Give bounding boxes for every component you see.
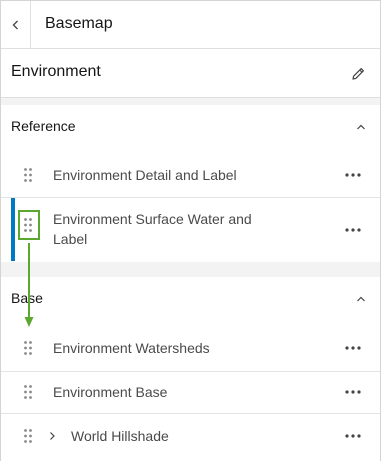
drag-handle-icon [24, 218, 32, 232]
layer-options-button[interactable] [341, 426, 365, 446]
drag-handle[interactable] [20, 165, 36, 185]
layer-label: World Hillshade [71, 428, 169, 444]
reference-group-title: Reference [11, 118, 76, 134]
layer-options-button[interactable] [341, 165, 365, 185]
base-group-title: Base [11, 290, 43, 306]
layer-options-button[interactable] [341, 338, 365, 358]
ellipsis-icon [345, 346, 361, 350]
collapse-base-button[interactable] [351, 289, 371, 309]
selected-indicator [11, 198, 15, 261]
panel-header: Basemap [1, 1, 380, 49]
drag-handle-icon [24, 385, 32, 399]
ellipsis-icon [345, 228, 361, 232]
layer-options-button[interactable] [341, 382, 365, 402]
layer-item[interactable]: Environment Watersheds [1, 327, 380, 371]
drag-handle-icon [24, 341, 32, 355]
layer-label: Environment Watersheds [53, 340, 210, 356]
drag-handle[interactable] [20, 382, 36, 402]
chevron-left-icon [12, 20, 18, 29]
chevron-right-icon [50, 432, 55, 440]
basemap-name: Environment [11, 63, 101, 80]
layer-label: Environment Surface Water and Label [53, 209, 252, 249]
reference-group-header[interactable]: Reference [1, 105, 380, 149]
base-group-header[interactable]: Base [1, 277, 380, 321]
drag-handle-icon [24, 429, 32, 443]
layer-options-button[interactable] [341, 220, 365, 240]
layer-label-line: Environment Surface Water and [53, 211, 252, 227]
back-button[interactable] [1, 1, 31, 48]
layer-item-selected[interactable]: Environment Surface Water and Label [1, 197, 380, 261]
edit-basemap-button[interactable] [347, 63, 369, 85]
panel-title: Basemap [45, 15, 113, 32]
chevron-up-icon [357, 296, 365, 302]
drag-handle-icon [24, 168, 32, 182]
chevron-up-icon [357, 124, 365, 130]
ellipsis-icon [345, 434, 361, 438]
collapse-reference-button[interactable] [351, 117, 371, 137]
layer-item[interactable]: World Hillshade [1, 413, 380, 459]
layer-label-line: Label [53, 231, 88, 247]
pencil-icon [352, 68, 364, 80]
ellipsis-icon [345, 173, 361, 177]
basemap-name-row: Environment [1, 49, 380, 98]
drag-handle[interactable] [20, 215, 36, 235]
layer-item[interactable]: Environment Base [1, 371, 380, 413]
basemap-panel: Basemap Environment Reference Environmen… [0, 0, 381, 461]
drag-handle[interactable] [20, 338, 36, 358]
expand-layer-button[interactable] [47, 426, 57, 446]
layer-item[interactable]: Environment Detail and Label [1, 153, 380, 197]
base-group: Base Environment Watersheds Environment … [1, 277, 380, 461]
layer-label: Environment Detail and Label [53, 167, 237, 183]
reference-group: Reference Environment Detail and Label E… [1, 105, 380, 262]
ellipsis-icon [345, 390, 361, 394]
drag-handle[interactable] [20, 426, 36, 446]
layer-label: Environment Base [53, 384, 168, 400]
